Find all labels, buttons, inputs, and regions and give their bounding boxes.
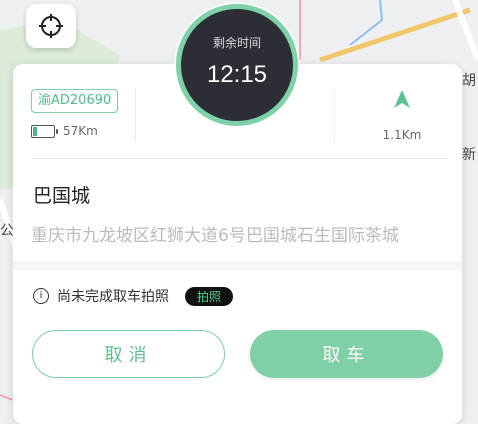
location-name: 巴国城 (33, 185, 91, 207)
license-plate: 渝AD20690 (31, 89, 119, 113)
pick-up-button[interactable]: 取车 (250, 330, 443, 378)
battery-range: 57Km (63, 124, 98, 138)
map-label: 新 (462, 147, 476, 163)
location-address: 重庆市九龙坡区红狮大道6号巴国城石生国际茶城 (31, 226, 399, 246)
divider (31, 158, 449, 159)
battery-level-fill (33, 126, 38, 136)
info-icon: i (33, 288, 49, 304)
notice-text: 尚未完成取车拍照 (57, 289, 169, 305)
navigation-arrow-icon (394, 90, 410, 108)
divider (135, 88, 136, 142)
section-separator (13, 261, 462, 271)
distance-value: 1.1Km (382, 128, 422, 142)
locate-button[interactable] (26, 4, 76, 48)
map-label: 公 (0, 223, 14, 239)
battery-info: 57Km (31, 124, 98, 138)
timer-label: 剩余时间 (212, 35, 261, 50)
timer-value: 12:15 (206, 60, 268, 88)
distance-info: 1.1Km (379, 88, 425, 142)
photo-notice: i 尚未完成取车拍照 拍照 (33, 286, 234, 306)
cancel-button[interactable]: 取消 (32, 330, 225, 378)
divider (334, 88, 335, 142)
take-photo-button[interactable]: 拍照 (185, 286, 234, 306)
crosshair-icon (39, 14, 63, 38)
map-label: 胡 (462, 73, 476, 89)
remaining-time-timer: 剩余时间 12:15 (176, 4, 298, 126)
battery-icon (31, 124, 58, 138)
